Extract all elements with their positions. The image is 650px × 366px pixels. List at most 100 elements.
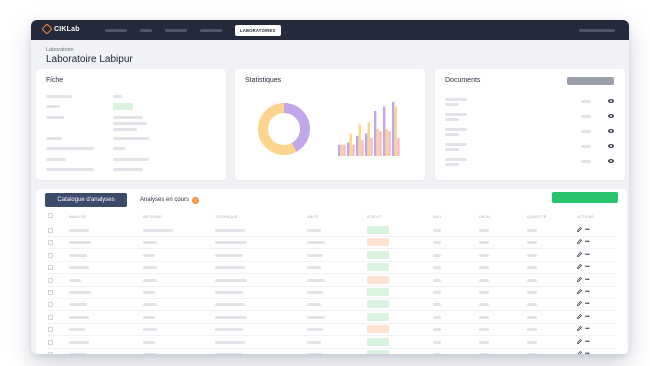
table-cell [307, 353, 323, 354]
pencil-icon-path [577, 239, 582, 245]
more-dots-icon[interactable]: ••• [585, 290, 590, 295]
document-meta [445, 103, 459, 106]
pencil-icon[interactable] [577, 276, 582, 282]
row-checkbox[interactable] [48, 252, 53, 258]
eye-icon[interactable] [608, 159, 614, 163]
column-header[interactable]: METHODE [143, 215, 162, 219]
nav-item-laboratoires[interactable]: LABORATOIRES [235, 24, 281, 36]
page-header: Laboratoire Laboratoire Labipur [46, 47, 133, 65]
more-dots-icon[interactable]: ••• [585, 265, 590, 270]
table-row[interactable]: ••• [36, 250, 627, 262]
nav-item-placeholder[interactable] [200, 28, 222, 32]
row-checkbox[interactable] [48, 314, 53, 320]
table-row[interactable]: ••• [36, 312, 627, 324]
column-header[interactable]: ANALYSE [69, 215, 86, 219]
table-cell [527, 328, 537, 332]
table-cell [433, 340, 441, 344]
pencil-icon[interactable] [577, 301, 582, 307]
fiche-title: Fiche [46, 77, 64, 84]
tab-catalogue-analyses[interactable]: Catalogue d'analyses [45, 193, 127, 207]
pencil-icon-path [577, 276, 582, 282]
more-dots-icon[interactable]: ••• [585, 327, 590, 332]
document-name [445, 143, 467, 146]
table-cell [527, 229, 537, 232]
eye-icon[interactable] [608, 144, 614, 148]
pencil-icon[interactable] [577, 239, 582, 245]
more-dots-icon[interactable]: ••• [585, 302, 590, 307]
table-cell [527, 340, 537, 344]
table-cell [69, 266, 89, 270]
row-checkbox[interactable] [48, 265, 53, 271]
breadcrumb[interactable]: Laboratoire [46, 47, 133, 53]
table-cell [143, 229, 173, 232]
column-header[interactable]: STATUT [367, 215, 381, 219]
more-dots-icon[interactable]: ••• [585, 228, 590, 233]
user-menu-placeholder[interactable] [579, 29, 615, 32]
select-all-checkbox[interactable] [48, 213, 53, 218]
row-checkbox[interactable] [48, 302, 53, 308]
table-row[interactable]: ••• [36, 324, 627, 337]
table-cell [433, 241, 441, 245]
pencil-icon[interactable] [577, 289, 582, 294]
nav-item-placeholder[interactable] [140, 28, 152, 32]
table-row[interactable]: ••• [36, 275, 627, 287]
pencil-icon[interactable] [577, 227, 582, 232]
table-row[interactable]: ••• [36, 262, 627, 275]
nav-item-placeholder[interactable] [105, 28, 127, 32]
pencil-icon[interactable] [577, 251, 582, 257]
more-dots-icon[interactable]: ••• [585, 240, 590, 245]
logo[interactable]: CIKLab [41, 23, 80, 35]
documents-action-button[interactable] [567, 77, 614, 85]
table-row[interactable]: ••• [36, 287, 627, 299]
table-cell [215, 328, 243, 332]
eye-icon[interactable] [608, 129, 614, 133]
row-checkbox[interactable] [48, 240, 53, 246]
document-size [581, 145, 591, 148]
table-row[interactable]: ••• [36, 299, 627, 312]
column-header[interactable]: ACTIONS [577, 215, 594, 219]
row-checkbox[interactable] [48, 277, 53, 283]
row-checkbox[interactable] [48, 352, 53, 354]
row-checkbox[interactable] [48, 327, 53, 333]
eye-icon[interactable] [608, 99, 614, 103]
status-badge [367, 226, 389, 234]
bar [352, 144, 355, 156]
document-name [445, 158, 467, 161]
table-cell [143, 340, 155, 344]
tab-analyses-en-cours[interactable]: Analyses en cours 2 [140, 193, 200, 207]
table-cell [479, 340, 489, 344]
more-dots-icon[interactable]: ••• [585, 252, 590, 257]
pencil-icon[interactable] [577, 351, 582, 354]
more-dots-icon[interactable]: ••• [585, 277, 590, 282]
column-header[interactable]: UNITE [307, 215, 319, 219]
table-row[interactable]: ••• [36, 349, 627, 354]
field-value [113, 168, 143, 171]
row-checkbox[interactable] [48, 339, 53, 345]
more-dots-icon[interactable]: ••• [585, 352, 590, 355]
eye-icon[interactable] [608, 114, 614, 118]
pencil-icon[interactable] [577, 338, 582, 344]
table-cell [433, 315, 441, 319]
pencil-icon[interactable] [577, 264, 582, 270]
table-cell [143, 253, 155, 257]
table-row[interactable]: ••• [36, 237, 627, 250]
nav-item-placeholder[interactable] [165, 28, 187, 32]
table-cell [479, 278, 489, 282]
fiche-card: Fiche [36, 69, 226, 180]
table-row[interactable]: ••• [36, 225, 627, 237]
column-header[interactable]: DELAI [479, 215, 490, 219]
row-checkbox[interactable] [48, 228, 53, 233]
row-checkbox[interactable] [48, 290, 53, 295]
column-header[interactable]: QUANTITE [527, 215, 546, 219]
column-header[interactable]: TECHNIQUE [215, 215, 237, 219]
column-header[interactable]: VALI [433, 215, 441, 219]
pencil-icon[interactable] [577, 326, 582, 332]
table-cell [433, 253, 441, 257]
table-cell [433, 291, 441, 294]
more-dots-icon[interactable]: ••• [585, 339, 590, 344]
table-row[interactable]: ••• [36, 337, 627, 349]
more-dots-icon[interactable]: ••• [585, 314, 590, 319]
pencil-icon[interactable] [577, 313, 582, 319]
add-analysis-button[interactable] [552, 192, 618, 203]
field-label [46, 95, 72, 98]
